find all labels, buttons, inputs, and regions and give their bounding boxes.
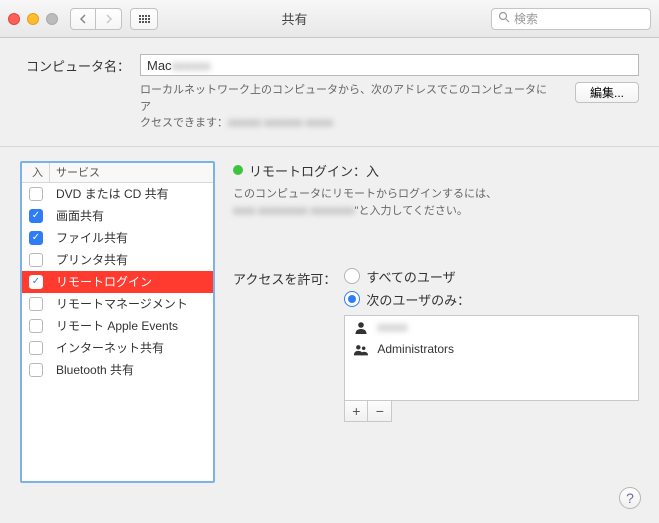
checkbox-icon[interactable] bbox=[29, 253, 43, 267]
service-row[interactable]: プリンタ共有 bbox=[22, 249, 213, 271]
access-label: アクセスを許可： bbox=[233, 267, 336, 288]
computer-name-field[interactable]: Macxxxxxx bbox=[140, 54, 639, 76]
user-row[interactable]: Administrators bbox=[345, 338, 638, 360]
window-title: 共有 bbox=[166, 9, 483, 28]
service-detail: リモートログイン：入 このコンピュータにリモートからログインするには、 xxxx… bbox=[233, 161, 639, 483]
main-area: 入 サービス DVD または CD 共有 ✓ 画面共有 ✓ ファイル共有プリンタ共有 ✓ リ… bbox=[0, 147, 659, 495]
user-name: Administrators bbox=[377, 342, 454, 356]
radio-only-users[interactable]: 次のユーザのみ： bbox=[344, 290, 639, 309]
remove-user-button[interactable]: − bbox=[368, 401, 391, 421]
user-row[interactable]: xxxxx bbox=[345, 316, 638, 338]
service-name: インターネット共有 bbox=[50, 339, 213, 356]
checkbox-icon[interactable] bbox=[29, 319, 43, 333]
search-icon bbox=[498, 11, 510, 26]
service-row[interactable]: Bluetooth 共有 bbox=[22, 359, 213, 381]
login-instructions: このコンピュータにリモートからログインするには、 xxxx xxxxxxxxx … bbox=[233, 186, 639, 221]
forward-button[interactable] bbox=[96, 8, 122, 30]
user-name: xxxxx bbox=[377, 320, 407, 334]
minimize-icon[interactable] bbox=[27, 13, 39, 25]
service-row[interactable]: リモートマネージメント bbox=[22, 293, 213, 315]
service-row[interactable]: インターネット共有 bbox=[22, 337, 213, 359]
service-row[interactable]: ✓ 画面共有 bbox=[22, 205, 213, 227]
search-placeholder: 検索 bbox=[514, 10, 538, 27]
service-row[interactable]: ✓ リモートログイン bbox=[22, 271, 213, 293]
services-header: 入 サービス bbox=[22, 163, 213, 183]
status-dot-icon bbox=[233, 165, 243, 175]
services-list[interactable]: 入 サービス DVD または CD 共有 ✓ 画面共有 ✓ ファイル共有プリンタ共有 ✓ リ… bbox=[20, 161, 215, 483]
computer-name-section: コンピュータ名： Macxxxxxx ローカルネットワーク上のコンピュータから、… bbox=[0, 38, 659, 147]
service-row[interactable]: ✓ ファイル共有 bbox=[22, 227, 213, 249]
service-name: 画面共有 bbox=[50, 207, 213, 224]
service-row[interactable]: リモート Apple Events bbox=[22, 315, 213, 337]
checkbox-icon[interactable] bbox=[29, 363, 43, 377]
status-text: リモートログイン：入 bbox=[249, 161, 379, 180]
service-name: リモートログイン bbox=[50, 273, 213, 290]
add-user-button[interactable]: + bbox=[345, 401, 368, 421]
service-name: プリンタ共有 bbox=[50, 251, 213, 268]
zoom-icon bbox=[46, 13, 58, 25]
show-all-button[interactable] bbox=[130, 8, 158, 30]
service-row[interactable]: DVD または CD 共有 bbox=[22, 183, 213, 205]
radio-on-icon bbox=[344, 291, 360, 307]
service-name: Bluetooth 共有 bbox=[50, 361, 213, 378]
checkbox-icon[interactable]: ✓ bbox=[29, 275, 43, 289]
back-button[interactable] bbox=[70, 8, 96, 30]
group-icon bbox=[353, 341, 369, 357]
service-name: リモート Apple Events bbox=[50, 317, 213, 334]
col-on: 入 bbox=[22, 163, 50, 182]
person-icon bbox=[353, 319, 369, 335]
add-remove-controls: + − bbox=[344, 401, 392, 422]
help-button[interactable]: ? bbox=[619, 487, 641, 509]
service-name: ファイル共有 bbox=[50, 229, 213, 246]
window-controls bbox=[8, 13, 58, 25]
user-list[interactable]: xxxxx Administrators bbox=[344, 315, 639, 401]
close-icon[interactable] bbox=[8, 13, 20, 25]
search-input[interactable]: 検索 bbox=[491, 8, 651, 30]
edit-button[interactable]: 編集... bbox=[575, 82, 639, 103]
nav-back-forward bbox=[70, 8, 122, 30]
computer-address-desc: ローカルネットワーク上のコンピュータから、次のアドレスでこのコンピュータにア ク… bbox=[140, 82, 557, 132]
service-name: リモートマネージメント bbox=[50, 295, 213, 312]
checkbox-icon[interactable]: ✓ bbox=[29, 231, 43, 245]
radio-off-icon bbox=[344, 268, 360, 284]
radio-all-users[interactable]: すべてのユーザ bbox=[344, 267, 639, 286]
checkbox-icon[interactable] bbox=[29, 297, 43, 311]
checkbox-icon[interactable] bbox=[29, 341, 43, 355]
service-name: DVD または CD 共有 bbox=[50, 185, 213, 202]
checkbox-icon[interactable] bbox=[29, 187, 43, 201]
checkbox-icon[interactable]: ✓ bbox=[29, 209, 43, 223]
col-service: サービス bbox=[50, 163, 213, 182]
computer-name-label: コンピュータ名： bbox=[20, 56, 130, 75]
titlebar: 共有 検索 bbox=[0, 0, 659, 38]
